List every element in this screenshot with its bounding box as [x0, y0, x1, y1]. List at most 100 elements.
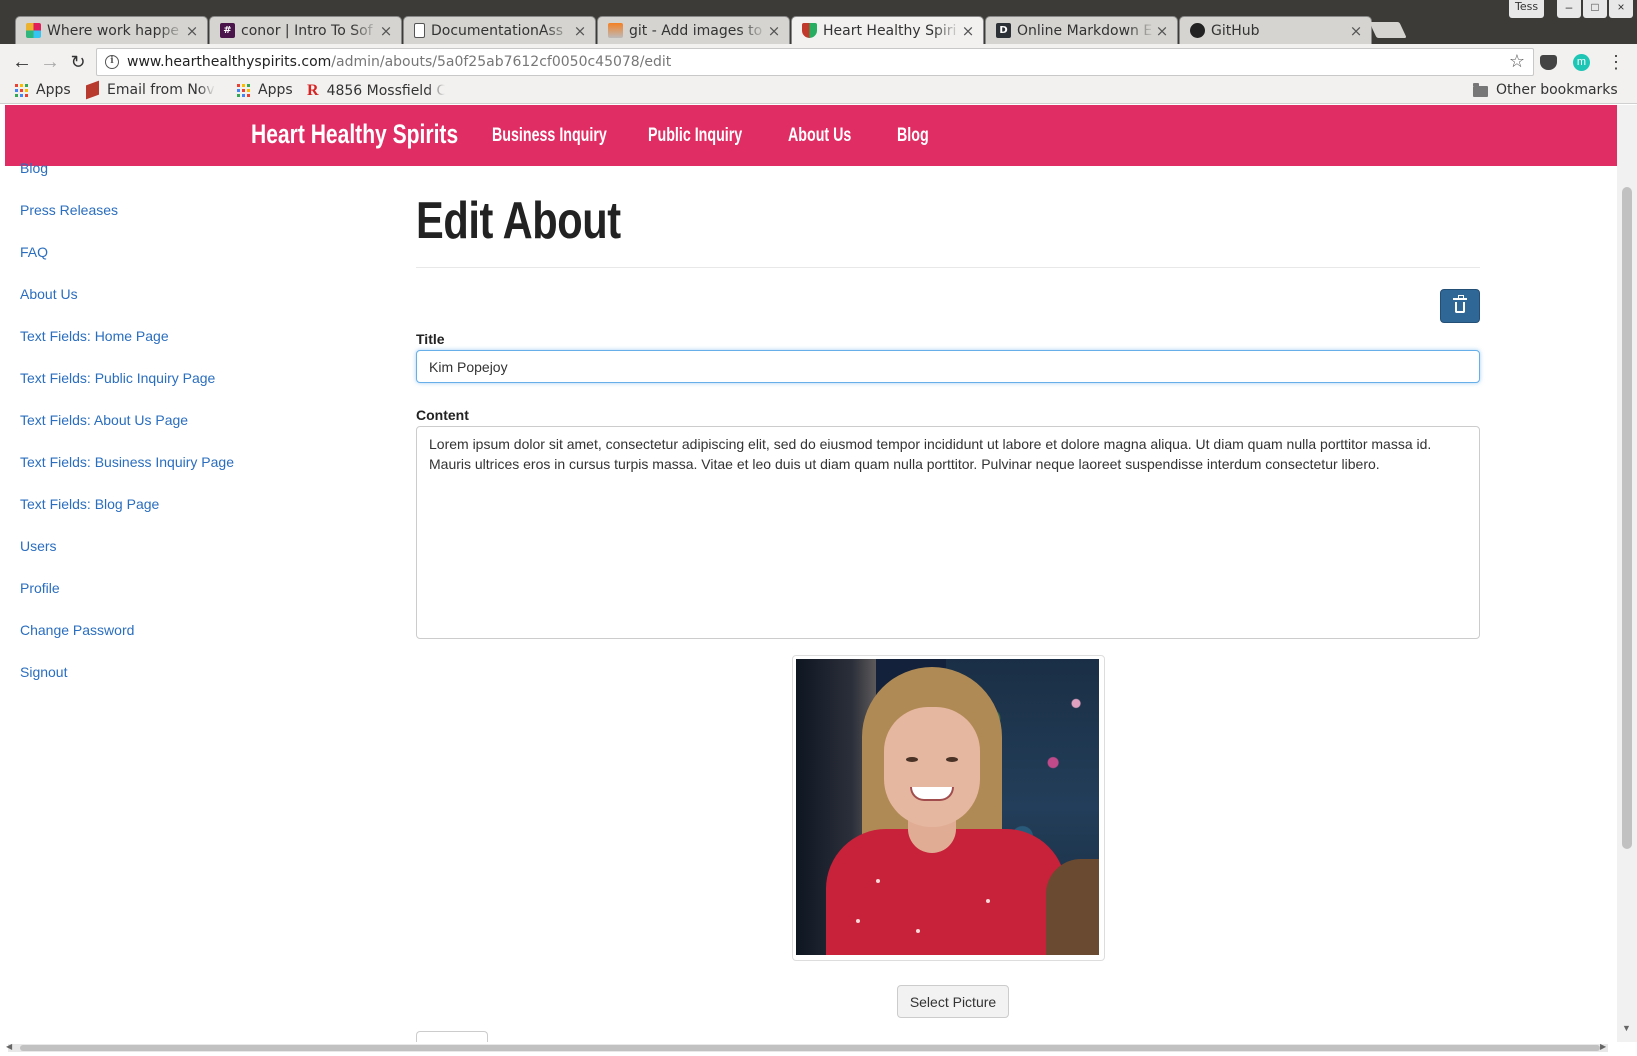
tab-title: git - Add images to: [629, 22, 763, 39]
window-maximize-button[interactable]: □: [1583, 0, 1607, 18]
shield-icon: [802, 23, 817, 38]
nav-blog[interactable]: Blog: [897, 125, 929, 147]
trash-icon: [1453, 295, 1467, 313]
sidebar-item-press-releases[interactable]: Press Releases: [20, 202, 118, 218]
sidebar-item-text-business-inquiry[interactable]: Text Fields: Business Inquiry Page: [20, 454, 234, 470]
window-minimize-button[interactable]: –: [1557, 0, 1581, 18]
sidebar-item-about-us[interactable]: About Us: [20, 286, 78, 302]
window-close-button[interactable]: ×: [1609, 0, 1633, 18]
horizontal-scroll-thumb[interactable]: [20, 1045, 1600, 1051]
browser-tab-heart-healthy[interactable]: Heart Healthy Spiri ×: [791, 16, 984, 44]
back-arrow-icon[interactable]: ←: [10, 50, 34, 74]
submit-button-partial[interactable]: [416, 1031, 488, 1042]
bookmark-apps[interactable]: Apps: [15, 82, 71, 98]
title-divider: [416, 267, 1480, 268]
title-label: Title: [416, 331, 445, 347]
vertical-scrollbar[interactable]: ▼: [1617, 105, 1637, 1042]
bookmark-email[interactable]: Email from Nov: [86, 80, 224, 100]
tab-title: GitHub: [1211, 22, 1260, 39]
nav-about-us[interactable]: About Us: [788, 125, 851, 147]
bookmark-label: Apps: [258, 82, 293, 98]
profile-photo-frame: [792, 655, 1105, 961]
content-label: Content: [416, 407, 469, 423]
browser-tabstrip: Where work happe × # conor | Intro To So…: [0, 0, 1637, 44]
bookmark-label: 4856 Mossfield C: [326, 83, 445, 99]
address-bar[interactable]: i www.hearthealthyspirits.com/admin/abou…: [96, 48, 1534, 76]
forward-arrow-icon[interactable]: →: [38, 50, 62, 74]
close-tab-icon[interactable]: ×: [379, 22, 393, 40]
extension-m-icon[interactable]: m: [1573, 54, 1590, 71]
content-textarea[interactable]: Lorem ipsum dolor sit amet, consectetur …: [416, 426, 1480, 639]
sidebar-item-text-about-us[interactable]: Text Fields: About Us Page: [20, 412, 188, 428]
site-brand[interactable]: Heart Healthy Spirits: [251, 119, 458, 150]
close-tab-icon[interactable]: ×: [767, 22, 781, 40]
tab-title: DocumentationAss: [431, 22, 564, 39]
apps-grid-icon: [237, 83, 250, 97]
dillinger-icon: D: [996, 23, 1011, 38]
sidebar-item-users[interactable]: Users: [20, 538, 57, 554]
folder-icon: [1473, 82, 1488, 97]
r-logo-icon: R: [307, 82, 319, 99]
sidebar-item-text-public-inquiry[interactable]: Text Fields: Public Inquiry Page: [20, 370, 215, 386]
bookmark-other[interactable]: Other bookmarks: [1473, 82, 1618, 98]
close-tab-icon[interactable]: ×: [1155, 22, 1169, 40]
delete-button[interactable]: [1440, 289, 1480, 323]
stackoverflow-icon: [608, 23, 623, 38]
browser-toolbar: ← → ↻ i www.hearthealthyspirits.com/admi…: [0, 44, 1637, 80]
close-tab-icon[interactable]: ×: [1349, 22, 1363, 40]
new-tab-button[interactable]: [1369, 22, 1407, 38]
browser-tab-slack[interactable]: Where work happe ×: [15, 16, 208, 44]
tab-title: conor | Intro To Sof: [241, 22, 373, 39]
url-host: www.hearthealthyspirits.com: [127, 54, 332, 70]
scroll-down-arrow-icon[interactable]: ▼: [1622, 1023, 1631, 1033]
apps-grid-icon: [15, 83, 28, 97]
bookmark-label: Other bookmarks: [1496, 82, 1618, 98]
bookmark-star-icon[interactable]: ☆: [1509, 51, 1525, 72]
bookmark-label: Apps: [36, 82, 71, 98]
bookmarks-bar: Apps Email from Nov Apps R 4856 Mossfiel…: [0, 80, 1637, 104]
close-tab-icon[interactable]: ×: [573, 22, 587, 40]
nav-business-inquiry[interactable]: Business Inquiry: [492, 125, 607, 147]
bookmark-mossfield[interactable]: R 4856 Mossfield C: [307, 82, 445, 100]
sidebar-item-text-blog[interactable]: Text Fields: Blog Page: [20, 496, 159, 512]
bookmark-apps-2[interactable]: Apps: [237, 82, 293, 98]
vertical-scroll-thumb[interactable]: [1622, 187, 1632, 849]
site-info-icon[interactable]: i: [105, 55, 119, 69]
horizontal-scrollbar[interactable]: ◀ ▶: [0, 1042, 1637, 1056]
slack-icon: [26, 23, 41, 38]
slack-hash-icon: #: [220, 23, 235, 38]
bookmark-red-icon: [86, 80, 99, 100]
browser-tab-markdown[interactable]: D Online Markdown E ×: [985, 16, 1178, 44]
select-picture-button[interactable]: Select Picture: [897, 985, 1009, 1018]
sidebar-item-change-password[interactable]: Change Password: [20, 622, 134, 638]
close-tab-icon[interactable]: ×: [961, 22, 975, 40]
pocket-icon[interactable]: [1540, 55, 1557, 70]
document-icon: [414, 23, 425, 38]
url-path: /admin/abouts/5a0f25ab7612cf0050c45078/e…: [331, 54, 672, 70]
bookmark-label: Email from Nov: [107, 82, 215, 98]
scroll-left-arrow-icon[interactable]: ◀: [6, 1042, 12, 1051]
tab-title: Online Markdown E: [1017, 22, 1153, 39]
profile-photo: [796, 659, 1099, 955]
page-title: Edit About: [416, 192, 621, 250]
sidebar-item-faq[interactable]: FAQ: [20, 244, 48, 260]
browser-tab-github[interactable]: GitHub ×: [1179, 16, 1372, 44]
nav-public-inquiry[interactable]: Public Inquiry: [648, 125, 742, 147]
page-viewport: Heart Healthy Spirits Business Inquiry P…: [5, 105, 1617, 1042]
scroll-right-arrow-icon[interactable]: ▶: [1600, 1042, 1606, 1051]
browser-tab-documentation[interactable]: DocumentationAss ×: [403, 16, 596, 44]
sidebar-item-profile[interactable]: Profile: [20, 580, 60, 596]
title-input[interactable]: [416, 350, 1480, 383]
window-user-badge[interactable]: Tess: [1509, 0, 1545, 18]
browser-tab-conor[interactable]: # conor | Intro To Sof ×: [209, 16, 402, 44]
close-tab-icon[interactable]: ×: [185, 22, 199, 40]
site-navbar: Heart Healthy Spirits Business Inquiry P…: [5, 105, 1617, 166]
github-icon: [1190, 23, 1205, 38]
sidebar-item-blog[interactable]: Blog: [20, 160, 48, 176]
sidebar-item-signout[interactable]: Signout: [20, 664, 67, 680]
reload-icon[interactable]: ↻: [66, 50, 90, 74]
browser-tab-git[interactable]: git - Add images to ×: [597, 16, 790, 44]
tab-title: Where work happe: [47, 22, 180, 39]
browser-menu-icon[interactable]: ⋮: [1607, 50, 1625, 74]
sidebar-item-text-home[interactable]: Text Fields: Home Page: [20, 328, 169, 344]
